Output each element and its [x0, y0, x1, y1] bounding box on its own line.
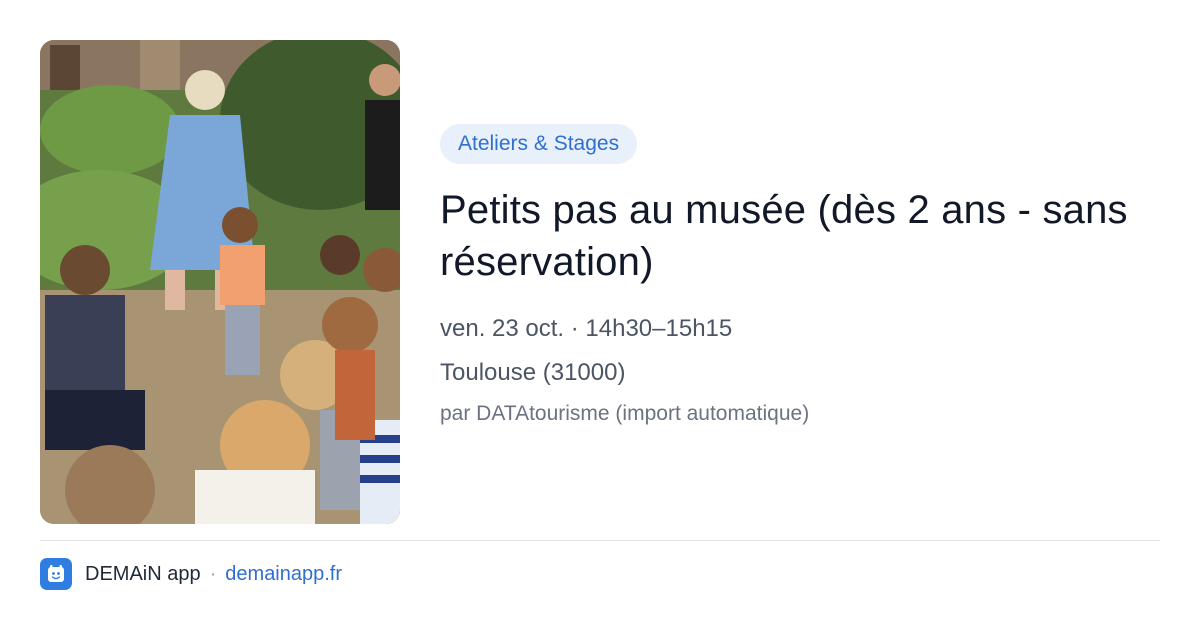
event-info: Ateliers & Stages Petits pas au musée (d… — [440, 124, 1160, 428]
app-name: DEMAiN app — [85, 562, 201, 585]
event-location: Toulouse (31000) — [440, 359, 626, 386]
event-photo-illustration — [40, 40, 400, 524]
footer: DEMAiN app · demainapp.fr — [40, 558, 342, 590]
event-datetime: ven. 23 oct. · 14h30–15h15 — [440, 315, 733, 342]
category-badge[interactable]: Ateliers & Stages — [440, 124, 638, 164]
event-source: par DATAtourisme (import automatique) — [440, 402, 810, 425]
app-url-link[interactable]: demainapp.fr — [225, 563, 342, 586]
smiley-face-icon — [48, 565, 64, 582]
event-title[interactable]: Petits pas au musée (dès 2 ans - sans ré… — [440, 184, 1160, 288]
demain-app-logo-icon[interactable] — [40, 558, 72, 590]
footer-separator: · — [209, 562, 217, 585]
event-photo — [40, 40, 400, 524]
footer-divider — [40, 540, 1160, 541]
